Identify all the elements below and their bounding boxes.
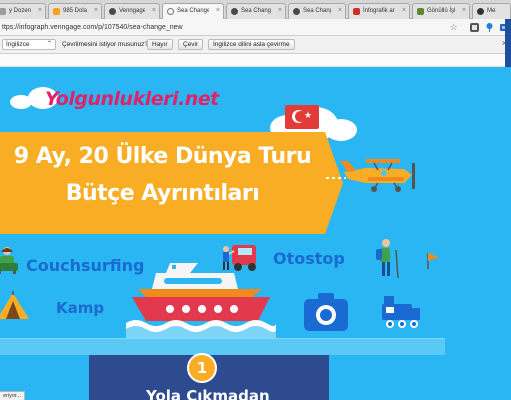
section-band bbox=[0, 338, 445, 355]
chevron-down-icon: ⌃ bbox=[46, 41, 52, 47]
language-select-value: İngilizce bbox=[6, 41, 30, 48]
flag-star: ★ bbox=[304, 110, 313, 120]
tab-title: Sea Change_ bbox=[303, 8, 331, 14]
tab-close-icon[interactable]: × bbox=[278, 4, 282, 18]
language-select[interactable]: İngilizce ⌃ bbox=[2, 39, 56, 50]
tab-favicon-icon bbox=[417, 8, 424, 15]
no-button[interactable]: Hayır bbox=[147, 39, 173, 50]
turkey-flag-icon: ★ bbox=[285, 105, 319, 129]
camera-icon bbox=[304, 293, 348, 331]
tab-favicon-icon bbox=[231, 8, 238, 15]
status-bubble: eriyor... bbox=[0, 391, 26, 400]
tab-close-icon[interactable]: × bbox=[94, 4, 98, 18]
tab-favicon-icon bbox=[53, 8, 60, 15]
tab-close-icon[interactable]: × bbox=[216, 4, 220, 18]
airplane-icon bbox=[326, 159, 415, 192]
tab-favicon-icon bbox=[109, 8, 116, 15]
page-subtitle: Bütçe Ayrıntıları bbox=[65, 181, 260, 206]
tab-loading-icon bbox=[167, 8, 174, 15]
tab-active[interactable]: Sea Change_n × bbox=[162, 3, 224, 19]
kamp-label: Kamp bbox=[56, 299, 105, 317]
translate-bar: İngilizce ⌃ Çevrilmesini istiyor musunuz… bbox=[0, 36, 511, 54]
translate-button[interactable]: Çevir bbox=[178, 39, 204, 50]
tab[interactable]: İnfografik ar × bbox=[348, 3, 410, 19]
tab-close-icon[interactable]: × bbox=[402, 4, 406, 18]
tab[interactable]: 985 Dolara D × bbox=[48, 3, 102, 19]
tab-title: y Dozen bbox=[9, 8, 31, 14]
tab-close-icon[interactable]: × bbox=[38, 4, 42, 18]
step-number-badge: 1 bbox=[187, 353, 217, 383]
couch-icon bbox=[0, 247, 18, 274]
tab-title: Venngage | E bbox=[119, 8, 145, 14]
tent-icon bbox=[0, 291, 29, 319]
tab[interactable]: Gönüllü İşler × bbox=[412, 3, 470, 19]
hiker-icon bbox=[376, 239, 399, 279]
tab-favicon-icon bbox=[477, 8, 484, 15]
extension-icon[interactable] bbox=[463, 22, 479, 33]
flag-marker-icon bbox=[427, 253, 439, 269]
side-panel-handle[interactable] bbox=[505, 19, 511, 67]
tab-favicon-icon bbox=[353, 8, 360, 15]
tab-close-icon[interactable]: × bbox=[462, 4, 466, 18]
never-translate-button[interactable]: İngilizce dilini asla çevirme bbox=[208, 39, 295, 50]
tab-title: 985 Dolara D bbox=[63, 8, 87, 14]
tab[interactable]: Sea Change_ × bbox=[288, 3, 346, 19]
tab-close-icon[interactable]: × bbox=[152, 4, 156, 18]
hitchhiker-icon bbox=[223, 245, 256, 271]
pin-icon[interactable] bbox=[478, 22, 492, 33]
address-bar: ttps://infograph.venngage.com/p/107540/s… bbox=[0, 19, 511, 36]
tab[interactable]: Mezrin bbox=[472, 3, 511, 19]
tab-bar: y Dozen × 985 Dolara D × Venngage | E × … bbox=[0, 0, 511, 19]
tab-favicon-icon bbox=[293, 8, 300, 15]
extension-blue-icon[interactable] bbox=[493, 22, 509, 33]
step-title: Yola Çıkmadan bbox=[146, 387, 270, 400]
site-logo: Yolgunlukleri.net bbox=[45, 88, 219, 110]
tab-title: Mezrin bbox=[487, 8, 496, 14]
bookmark-star-icon[interactable]: ☆ bbox=[448, 22, 459, 33]
page-title: 9 Ay, 20 Ülke Dünya Turu bbox=[13, 144, 312, 169]
tab[interactable]: y Dozen × bbox=[0, 3, 46, 19]
translate-question: Çevrilmesini istiyor musunuz? bbox=[62, 41, 148, 48]
bookmarks-strip bbox=[0, 54, 511, 67]
tab[interactable]: Venngage | E × bbox=[104, 3, 160, 19]
infographic-page: Yolgunlukleri.net ★ 9 Ay, 20 Ülke Dünya … bbox=[0, 67, 511, 400]
tab-close-icon[interactable]: × bbox=[338, 4, 342, 18]
tab-favicon-icon bbox=[0, 8, 6, 15]
tab-title: Sea Change_n bbox=[177, 8, 209, 14]
tab-title: Gönüllü İşler bbox=[427, 8, 455, 14]
tab-title: Sea Change_ bbox=[241, 8, 271, 14]
tab-title: İnfografik ar bbox=[363, 8, 395, 14]
tab[interactable]: Sea Change_ × bbox=[226, 3, 286, 19]
title-banner: 9 Ay, 20 Ülke Dünya Turu Bütçe Ayrıntıla… bbox=[0, 132, 343, 234]
train-icon bbox=[382, 296, 420, 328]
url-field[interactable]: ttps://infograph.venngage.com/p/107540/s… bbox=[2, 21, 183, 34]
otostop-label: Otostop bbox=[273, 249, 345, 268]
